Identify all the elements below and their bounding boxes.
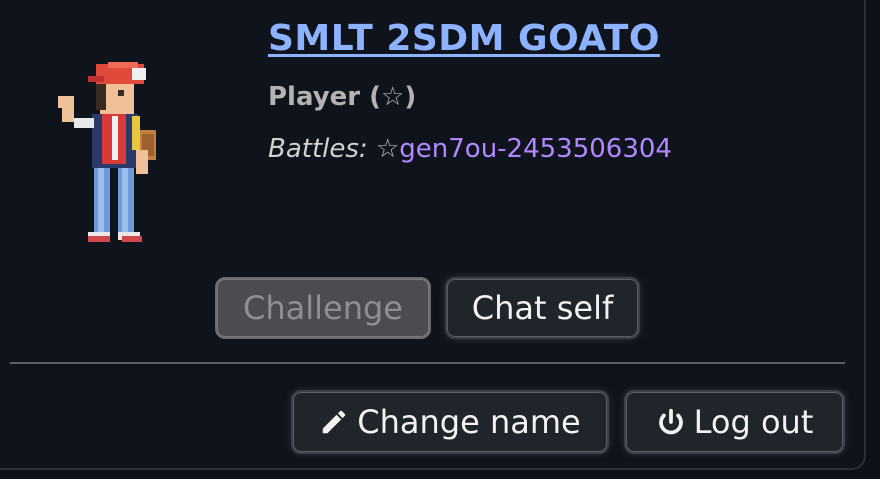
chat-self-button-label: Chat self xyxy=(471,289,614,327)
challenge-button: Challenge xyxy=(215,277,431,339)
pencil-icon xyxy=(319,407,349,437)
username-link[interactable]: SMLT 2SDM GOATO xyxy=(268,18,660,59)
user-details-panel: SMLT 2SDM GOATO Player (☆) Battles: ☆gen… xyxy=(0,0,866,470)
battle-star: ☆ xyxy=(375,134,400,164)
battle-room-link[interactable]: gen7ou-2453506304 xyxy=(399,134,672,164)
user-group: Player (☆) xyxy=(268,82,417,112)
trainer-avatar xyxy=(58,62,156,242)
power-icon xyxy=(656,407,686,437)
chat-self-button[interactable]: Chat self xyxy=(445,277,640,339)
change-name-button[interactable]: Change name xyxy=(291,390,609,454)
battles-line: Battles: ☆gen7ou-2453506304 xyxy=(268,134,672,164)
change-name-button-label: Change name xyxy=(357,403,581,441)
log-out-button-label: Log out xyxy=(693,403,814,441)
divider xyxy=(10,362,845,364)
battles-label: Battles: xyxy=(268,134,368,164)
challenge-button-label: Challenge xyxy=(243,289,403,327)
log-out-button[interactable]: Log out xyxy=(624,390,845,454)
